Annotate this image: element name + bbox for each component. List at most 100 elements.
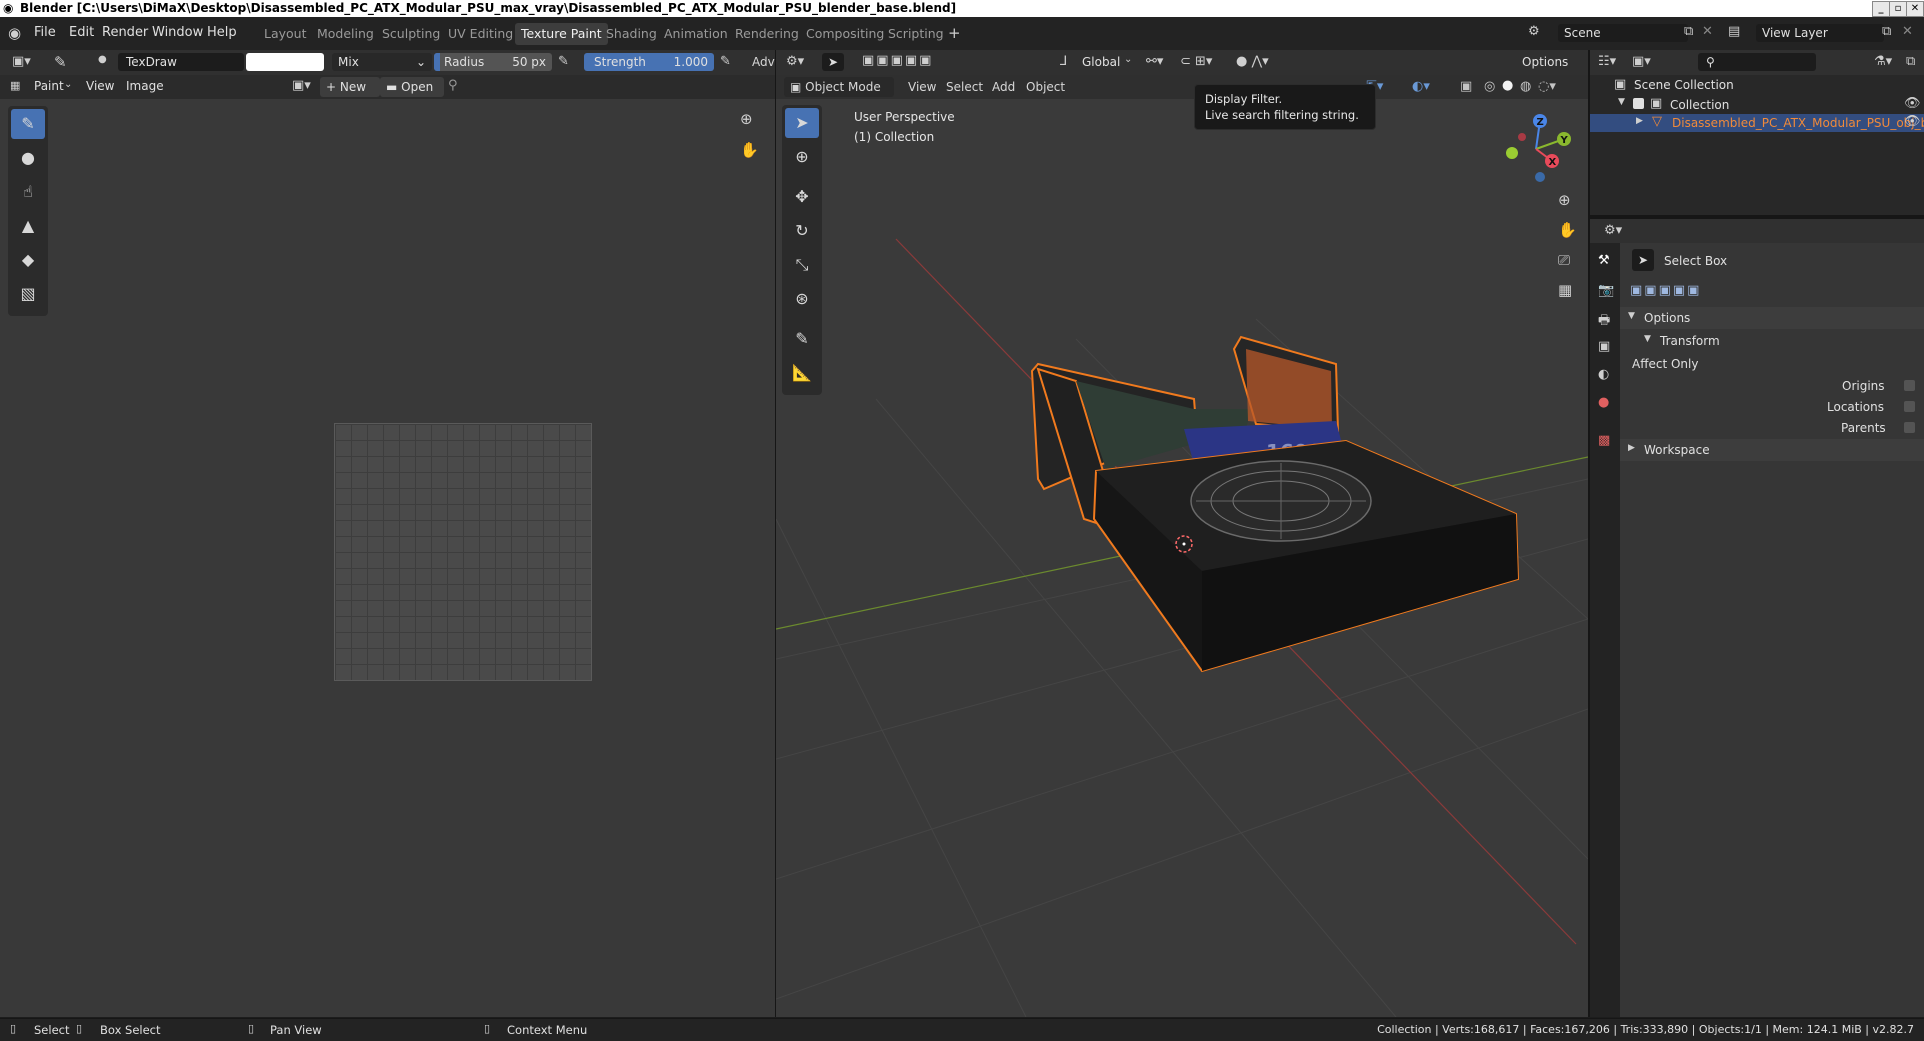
brush-name-field[interactable]: TexDraw [118,53,244,71]
select-mode-icons[interactable]: ▣▣▣▣▣ [862,53,933,68]
rotate-tool[interactable]: ↻ [785,216,819,246]
new-collection-icon[interactable]: ⧉ [1906,54,1915,69]
options-panel-header[interactable]: ▼ Options [1620,307,1924,329]
menu-image[interactable]: Image [126,79,164,93]
menu-view[interactable]: View [908,80,936,94]
editor-type-icon[interactable]: ⚙▾ [786,54,804,69]
parents-checkbox[interactable] [1904,422,1915,433]
view-layer-field[interactable]: View Layer [1756,24,1884,42]
transform-subpanel-header[interactable]: ▼ Transform [1620,331,1924,351]
navigation-gizmo[interactable]: Z Y X [1496,109,1576,189]
outliner-search-field[interactable]: ⚲ [1698,53,1816,71]
locations-checkbox[interactable] [1904,401,1915,412]
material-shading-icon[interactable]: ◍ [1520,79,1531,94]
pan-hand-icon[interactable]: ✋ [740,141,759,159]
tool-tab-icon[interactable]: ⚒ [1598,253,1610,268]
workspace-panel-header[interactable]: ▶ Workspace [1620,439,1924,461]
scene-icon[interactable]: ⚙ [1528,24,1540,39]
menu-window[interactable]: Window [152,25,203,40]
zoom-icon[interactable]: ⊕ [740,110,753,128]
editor-type-icon[interactable]: ▣▾ [12,54,31,69]
collection-checkbox[interactable] [1633,98,1644,109]
brush-color-swatch[interactable] [246,53,324,71]
tab-rendering[interactable]: Rendering [729,23,805,45]
tab-shading[interactable]: Shading [600,23,663,45]
select-mode-icons[interactable]: ▣▣▣▣▣ [1630,283,1701,298]
snap-icon[interactable]: ⊂ ⊞▾ [1180,54,1212,69]
strength-pressure-icon[interactable]: ✎ [720,54,731,69]
outliner-object-row[interactable]: ▶ ▽ Disassembled_PC_ATX_Modular_PSU_obj_… [1590,114,1924,132]
menu-file[interactable]: File [34,25,56,40]
new-view-layer-icon[interactable]: ⧉ [1882,24,1891,39]
new-image-button[interactable]: + New [320,77,380,97]
scale-tool[interactable]: ⤡ [785,250,819,280]
tab-modeling[interactable]: Modeling [311,23,380,45]
menu-edit[interactable]: Edit [69,25,94,40]
zoom-icon[interactable]: ⊕ [1558,191,1571,209]
view-layer-icon[interactable]: ▤ [1728,24,1740,39]
image-canvas[interactable] [334,423,592,681]
scene-field[interactable]: Scene [1558,24,1688,42]
select-box-tool[interactable]: ➤ [785,108,819,138]
proportional-edit-icon[interactable]: ● ⋀▾ [1236,54,1269,69]
filter-icon[interactable]: ⚗▾ [1874,54,1892,69]
camera-view-icon[interactable]: ⎚ [1558,251,1570,269]
eye-icon[interactable]: 👁 [1904,96,1921,111]
paint-mode-dropdown[interactable]: Paint [34,79,64,93]
blender-menu-icon[interactable]: ◉ [8,24,21,42]
close-button[interactable]: ✕ [1906,1,1924,17]
tab-animation[interactable]: Animation [658,23,734,45]
pan-hand-icon[interactable]: ✋ [1558,221,1577,239]
active-tool-icon[interactable]: ➤ [1632,249,1654,271]
tab-sculpting[interactable]: Sculpting [376,23,446,45]
options-dropdown[interactable]: Options ⌄ [1516,52,1582,89]
clone-tool[interactable]: ▲ [11,211,45,241]
outliner-scene-collection[interactable]: Scene Collection [1634,78,1734,92]
smear-tool[interactable]: ☝ [11,177,45,207]
minimize-button[interactable]: _ [1872,1,1890,17]
draw-tool[interactable]: ✎ [11,109,45,139]
maximize-button[interactable]: ▫ [1889,1,1907,17]
delete-view-layer-icon[interactable]: ✕ [1902,24,1913,39]
psu-model[interactable]: 1600 [1030,335,1520,673]
tab-compositing[interactable]: Compositing [800,23,890,45]
menu-add[interactable]: Add [992,80,1015,94]
view-layer-tab-icon[interactable]: ▣ [1598,339,1610,354]
measure-tool[interactable]: 📐 [785,358,819,388]
editor-type-icon[interactable]: ⚙▾ [1604,223,1622,238]
transform-tool[interactable]: ⊛ [785,284,819,314]
wireframe-shading-icon[interactable]: ◎ [1484,79,1495,94]
world-tab-icon[interactable]: ● [1598,395,1609,410]
soften-tool[interactable]: ● [11,143,45,173]
3d-viewport[interactable]: 1600 User Perspective (1) Collection ➤ ⊕… [776,99,1588,1017]
menu-select[interactable]: Select [946,80,983,94]
radius-pressure-icon[interactable]: ✎ [558,54,569,69]
blend-mode-dropdown[interactable]: Mix ⌄ [332,53,432,71]
texture-tab-icon[interactable]: ▩ [1598,433,1610,448]
pivot-icon[interactable]: ⚯▾ [1146,54,1163,69]
render-tab-icon[interactable]: 📷 [1598,283,1614,298]
expand-arrow-icon[interactable]: ▼ [1618,97,1625,107]
display-mode-icon[interactable]: ▣▾ [1632,54,1651,69]
rendered-shading-icon[interactable]: ◌▾ [1538,79,1556,94]
xray-icon[interactable]: ▣ [1460,79,1472,94]
menu-object[interactable]: Object [1026,80,1065,94]
output-tab-icon[interactable]: 🖶 [1598,311,1610,333]
solid-shading-icon[interactable]: ● [1502,78,1513,93]
transform-orientation-dropdown[interactable]: Global [1082,55,1120,69]
expand-arrow-icon[interactable]: ▶ [1636,116,1643,126]
fill-tool[interactable]: ◆ [11,245,45,275]
mask-tool[interactable]: ▧ [11,279,45,309]
perspective-toggle-icon[interactable]: ▦ [1558,281,1572,299]
brush-icon[interactable]: ✎ [54,53,67,71]
menu-render[interactable]: Render [102,25,148,40]
object-mode-dropdown[interactable]: ▣ Object Mode ⌄ [784,77,894,114]
overlays-icon[interactable]: ◐▾ [1412,79,1430,94]
tab-uv-editing[interactable]: UV Editing [442,23,519,45]
tab-texture-paint[interactable]: Texture Paint [515,23,608,45]
origins-checkbox[interactable] [1904,380,1915,391]
pin-icon[interactable]: ⚲ [448,78,458,93]
menu-view[interactable]: View [86,79,114,93]
select-tool-indicator[interactable]: ➤ [822,53,844,71]
tab-scripting[interactable]: Scripting [882,23,950,45]
